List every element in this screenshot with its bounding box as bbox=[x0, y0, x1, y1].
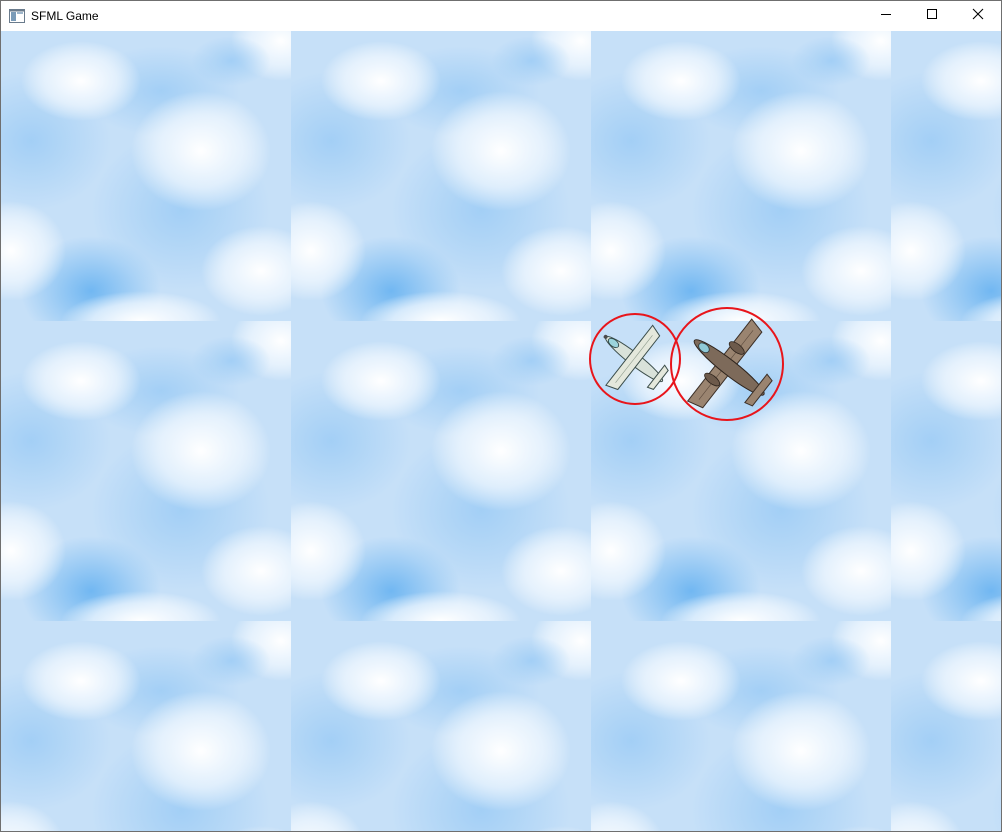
enemy-aircraft bbox=[670, 307, 784, 421]
title-bar[interactable]: SFML Game bbox=[1, 1, 1001, 31]
close-icon bbox=[972, 7, 984, 25]
game-window: SFML Game bbox=[0, 0, 1002, 832]
close-button[interactable] bbox=[955, 1, 1001, 31]
minimize-icon bbox=[880, 7, 892, 25]
window-title: SFML Game bbox=[31, 9, 99, 23]
sky-background bbox=[1, 31, 1001, 831]
maximize-button[interactable] bbox=[909, 1, 955, 31]
maximize-icon bbox=[926, 7, 938, 25]
game-canvas[interactable] bbox=[1, 31, 1001, 831]
sfml-app-icon bbox=[9, 9, 25, 23]
bomber-plane-icon bbox=[686, 318, 773, 409]
minimize-button[interactable] bbox=[863, 1, 909, 31]
